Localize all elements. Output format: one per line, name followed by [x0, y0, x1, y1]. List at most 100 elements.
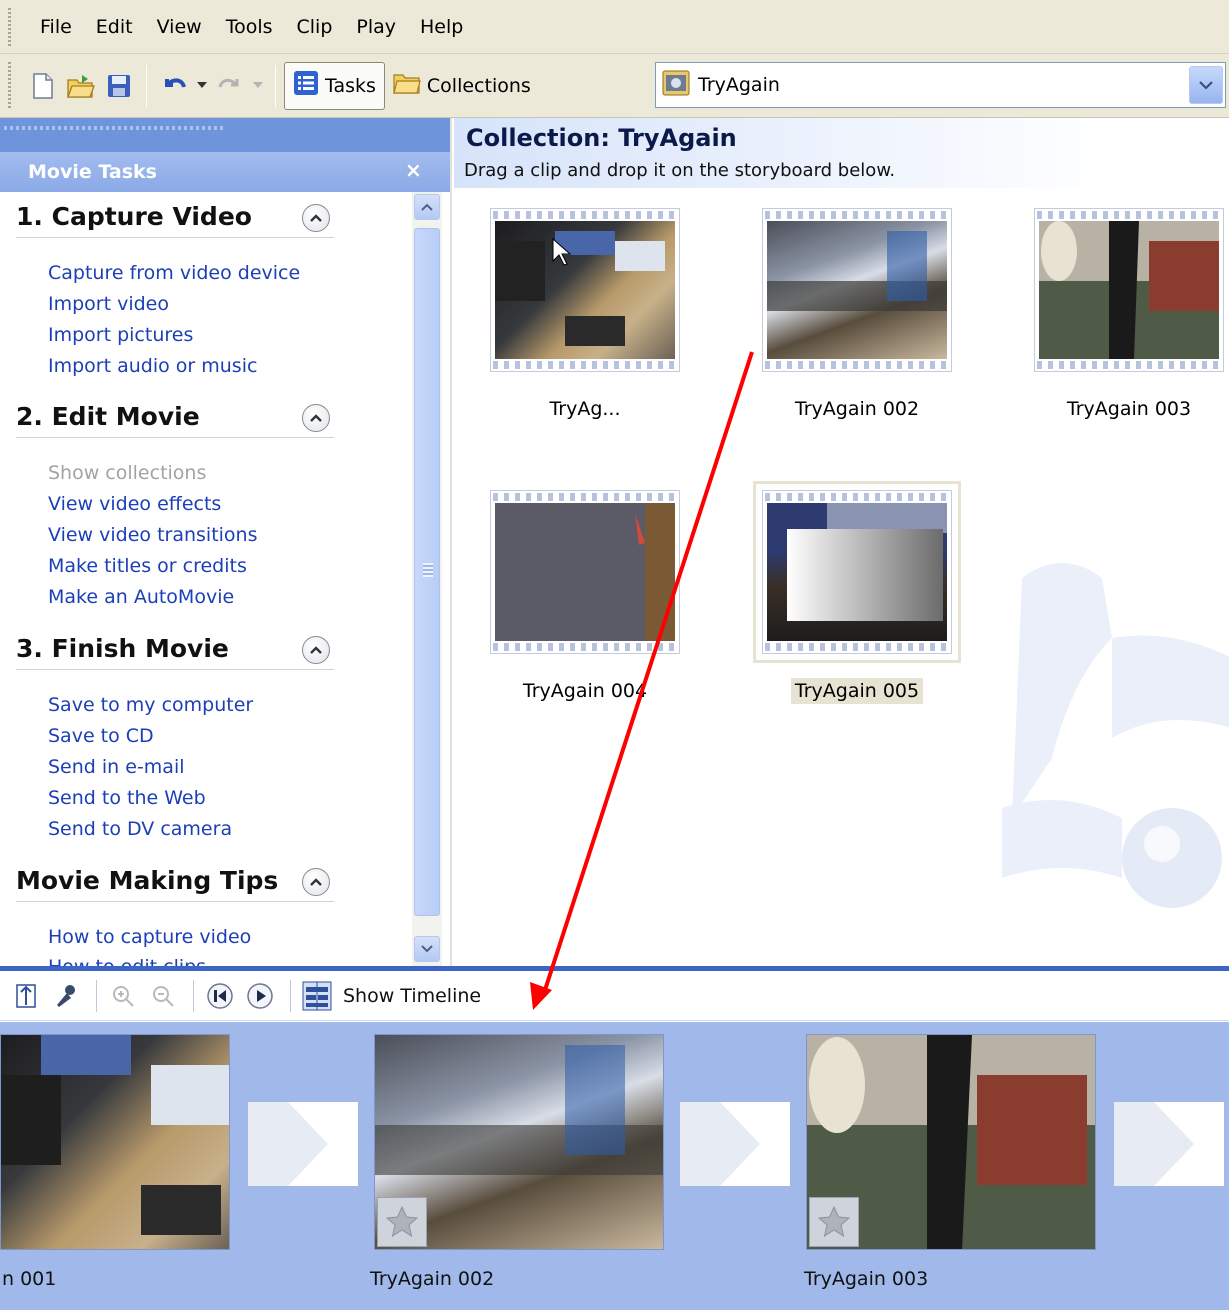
collections-button[interactable]: Collections: [385, 62, 539, 110]
menu-grip[interactable]: [8, 8, 11, 46]
zoom-in-icon: [105, 978, 141, 1014]
close-icon[interactable]: ×: [405, 158, 422, 182]
storyboard-clip-name: n 001: [2, 1268, 57, 1290]
toolbar-separator: [275, 64, 276, 107]
link-import-pictures[interactable]: Import pictures: [48, 324, 193, 346]
dropdown-arrow-icon[interactable]: [1189, 66, 1223, 104]
clip-name: TryAgain 003: [1066, 398, 1192, 420]
collections-folder-icon: [393, 71, 421, 100]
task-pane-title: Movie Tasks: [28, 161, 157, 183]
link-send-to-the-web[interactable]: Send to the Web: [48, 787, 206, 809]
open-project-icon[interactable]: [62, 64, 100, 108]
menu-view[interactable]: View: [145, 16, 214, 38]
link-import-video[interactable]: Import video: [48, 293, 169, 315]
clip-name: TryAgain 002: [794, 398, 920, 420]
link-save-to-my-computer[interactable]: Save to my computer: [48, 694, 253, 716]
storyboard-clip[interactable]: [374, 1034, 664, 1250]
collection-select[interactable]: TryAgain: [655, 62, 1226, 108]
section-edit-movie[interactable]: 2. Edit Movie: [16, 398, 334, 438]
task-pane-body: 1. Capture Video Capture from video devi…: [0, 192, 412, 966]
video-effects-star-icon[interactable]: [809, 1197, 859, 1247]
storyboard-clip[interactable]: [0, 1034, 230, 1250]
link-how-to-edit-clips[interactable]: How to edit clips: [48, 956, 206, 966]
storyboard-audio-levels-icon[interactable]: [8, 978, 44, 1014]
collapse-section-icon[interactable]: [302, 204, 330, 232]
link-view-video-transitions[interactable]: View video transitions: [48, 524, 257, 546]
clip-thumbnail[interactable]: [490, 208, 680, 372]
clip-thumbnail[interactable]: [762, 208, 952, 372]
clip-thumbnail[interactable]: [1034, 208, 1224, 372]
task-pane-grip: [4, 126, 224, 130]
storyboard: n 001 TryAgain 002 TryAgain 003: [0, 1022, 1229, 1310]
collapse-section-icon[interactable]: [302, 404, 330, 432]
section-title: Movie Making Tips: [16, 866, 279, 895]
clip-thumbnail[interactable]: [490, 490, 680, 654]
storyboard-toolbar-separator: [193, 979, 194, 1012]
toolbar-separator: [146, 64, 147, 107]
storyboard-toolbar-separator: [290, 979, 291, 1012]
menu-edit[interactable]: Edit: [84, 16, 145, 38]
collection-contents: Collection: TryAgain Drag a clip and dro…: [454, 118, 1229, 966]
narrate-icon[interactable]: [48, 978, 84, 1014]
storyboard-transition-slot[interactable]: [1114, 1102, 1224, 1186]
main-toolbar: Tasks Collections TryAgain: [0, 54, 1229, 118]
link-how-to-capture-video[interactable]: How to capture video: [48, 926, 251, 948]
storyboard-clip-name: TryAgain 003: [804, 1268, 929, 1290]
clip-name: TryAgain 005: [742, 678, 972, 704]
menu-clip[interactable]: Clip: [285, 16, 345, 38]
menu-help[interactable]: Help: [408, 16, 475, 38]
link-view-video-effects[interactable]: View video effects: [48, 493, 221, 515]
redo-dropdown-icon: [249, 64, 267, 108]
link-capture-from-video-device[interactable]: Capture from video device: [48, 262, 300, 284]
tasks-button[interactable]: Tasks: [284, 61, 385, 110]
link-import-audio-or-music[interactable]: Import audio or music: [48, 355, 257, 377]
storyboard-transition-slot[interactable]: [248, 1102, 358, 1186]
section-movie-making-tips[interactable]: Movie Making Tips: [16, 862, 334, 902]
tasks-button-label: Tasks: [325, 74, 376, 97]
collections-button-label: Collections: [426, 74, 531, 97]
tasks-icon: [293, 70, 319, 101]
section-title: 2. Edit Movie: [16, 402, 200, 431]
rewind-icon[interactable]: [202, 978, 238, 1014]
movie-tasks-pane: Movie Tasks × 1. Capture Video Capture f…: [0, 118, 452, 966]
undo-icon[interactable]: [155, 64, 193, 108]
link-make-an-automovie[interactable]: Make an AutoMovie: [48, 586, 234, 608]
save-project-icon[interactable]: [100, 64, 138, 108]
menu-tools[interactable]: Tools: [214, 16, 285, 38]
timeline-icon[interactable]: [299, 978, 335, 1014]
scroll-thumb-grip: [423, 563, 433, 577]
toolbar-grip[interactable]: [8, 62, 11, 108]
collection-title: Collection: TryAgain: [466, 124, 737, 152]
collapse-section-icon[interactable]: [302, 868, 330, 896]
section-finish-movie[interactable]: 3. Finish Movie: [16, 630, 334, 670]
storyboard-transition-slot[interactable]: [680, 1102, 790, 1186]
film-reel-watermark: [1002, 563, 1229, 908]
storyboard-clip[interactable]: [806, 1034, 1096, 1250]
clip-thumbnail[interactable]: [753, 481, 961, 663]
redo-icon: [211, 64, 249, 108]
task-pane-top-strip: [0, 118, 450, 152]
section-title: 3. Finish Movie: [16, 634, 229, 663]
task-pane-scrollbar[interactable]: [412, 192, 442, 966]
link-send-to-dv-camera[interactable]: Send to DV camera: [48, 818, 232, 840]
collapse-section-icon[interactable]: [302, 636, 330, 664]
scroll-down-icon[interactable]: [414, 936, 440, 962]
storyboard-toolbar: Show Timeline: [0, 971, 1229, 1021]
link-make-titles-or-credits[interactable]: Make titles or credits: [48, 555, 247, 577]
scroll-up-icon[interactable]: [414, 194, 440, 220]
undo-dropdown-icon[interactable]: [193, 64, 211, 108]
section-capture-video[interactable]: 1. Capture Video: [16, 198, 334, 238]
link-save-to-cd[interactable]: Save to CD: [48, 725, 154, 747]
menu-file[interactable]: File: [28, 16, 84, 38]
collection-film-icon: [662, 70, 690, 101]
show-timeline-button[interactable]: Show Timeline: [343, 985, 481, 1007]
video-effects-star-icon[interactable]: [377, 1197, 427, 1247]
link-send-in-email[interactable]: Send in e-mail: [48, 756, 185, 778]
storyboard-toolbar-separator: [96, 979, 97, 1012]
menu-play[interactable]: Play: [344, 16, 408, 38]
play-icon[interactable]: [242, 978, 278, 1014]
link-show-collections: Show collections: [48, 462, 207, 484]
collection-select-value: TryAgain: [698, 74, 780, 96]
new-project-icon[interactable]: [24, 64, 62, 108]
scroll-thumb[interactable]: [414, 228, 440, 916]
